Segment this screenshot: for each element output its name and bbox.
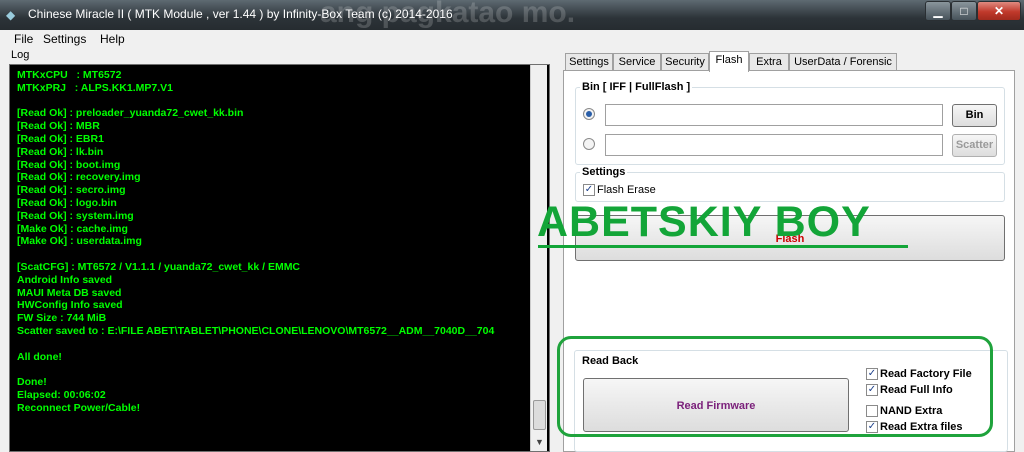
tab-userdata-forensic[interactable]: UserData / Forensic [789, 53, 897, 71]
highlight-frame [557, 336, 993, 437]
log-line: All done! [17, 350, 62, 363]
flash-erase-checkbox[interactable]: ✓ [583, 184, 595, 196]
log-line: Android Info saved [17, 273, 113, 286]
watermark-underline [538, 245, 908, 248]
menu-help[interactable]: Help [100, 32, 125, 46]
scrollbar-thumb[interactable] [533, 400, 546, 430]
scatter-button[interactable]: Scatter [952, 134, 997, 157]
tab-security[interactable]: Security [661, 53, 709, 71]
log-line: MTKxPRJ : ALPS.KK1.MP7.V1 [17, 81, 173, 94]
watermark-text: ABETSKIY BOY [537, 198, 871, 246]
log-line: [Read Ok] : recovery.img [17, 171, 141, 184]
log-label: Log [11, 49, 30, 61]
window-title: Chinese Miracle II ( MTK Module , ver 1.… [28, 7, 453, 21]
log-line: [Make Ok] : userdata.img [17, 235, 142, 248]
menu-settings[interactable]: Settings [43, 32, 86, 46]
bin-path-field[interactable] [605, 104, 943, 126]
menu-bar: File Settings Help [0, 30, 1024, 48]
log-console[interactable]: MTKxCPU : MT6572 MTKxPRJ : ALPS.KK1.MP7.V… [9, 64, 550, 452]
bin-group-title: Bin [ IFF | FullFlash ] [580, 81, 693, 93]
log-line: [Read Ok] : secro.img [17, 184, 126, 197]
log-line: MAUI Meta DB saved [17, 286, 122, 299]
minimize-button[interactable]: ▁ [925, 1, 951, 21]
flash-erase-label: Flash Erase [597, 184, 656, 196]
app-window: ◆ ang pagkatao mo. Chinese Miracle II ( … [0, 0, 1024, 452]
title-bar: ◆ ang pagkatao mo. Chinese Miracle II ( … [0, 0, 1024, 30]
log-line: MTKxCPU : MT6572 [17, 69, 122, 81]
log-line: Done! [17, 376, 47, 389]
tab-settings[interactable]: Settings [565, 53, 613, 71]
bin-radio[interactable] [583, 108, 595, 120]
log-line: [Read Ok] : boot.img [17, 158, 121, 171]
menu-file[interactable]: File [14, 32, 33, 46]
log-line: [ScatCFG] : MT6572 / V1.1.1 / yuanda72_c… [17, 260, 301, 273]
scatter-radio[interactable] [583, 138, 595, 150]
log-line: [Read Ok] : MBR [17, 120, 100, 133]
log-line: Elapsed: 00:06:02 [17, 388, 106, 401]
app-icon: ◆ [6, 8, 16, 22]
log-line: [Read Ok] : logo.bin [17, 196, 117, 209]
log-line: [Read Ok] : system.img [17, 209, 134, 222]
log-line: [Make Ok] : cache.img [17, 222, 128, 235]
log-line: Reconnect Power/Cable! [17, 401, 141, 414]
tab-service[interactable]: Service [613, 53, 661, 71]
scatter-path-field[interactable] [605, 134, 943, 156]
log-line: [Read Ok] : lk.bin [17, 145, 104, 158]
scroll-down-icon[interactable]: ▼ [533, 437, 546, 451]
log-line: [Read Ok] : EBR1 [17, 132, 104, 145]
log-text: MTKxCPU : MT6572 MTKxPRJ : ALPS.KK1.MP7.V… [17, 69, 527, 415]
bin-button[interactable]: Bin [952, 104, 997, 127]
settings-group-title: Settings [580, 166, 628, 178]
log-line: Scatter saved to : E:\FILE ABET\TABLET\P… [17, 324, 495, 337]
log-scrollbar[interactable]: ▼ [530, 65, 547, 451]
tab-flash[interactable]: Flash [709, 51, 749, 72]
close-button[interactable]: ✕ [977, 1, 1021, 21]
log-line: HWConfig Info saved [17, 299, 123, 312]
log-line: FW Size : 744 MiB [17, 312, 107, 325]
log-line: [Read Ok] : preloader_yuanda72_cwet_kk.b… [17, 107, 244, 120]
maximize-button[interactable]: □ [951, 1, 977, 21]
tab-extra[interactable]: Extra [749, 53, 789, 71]
